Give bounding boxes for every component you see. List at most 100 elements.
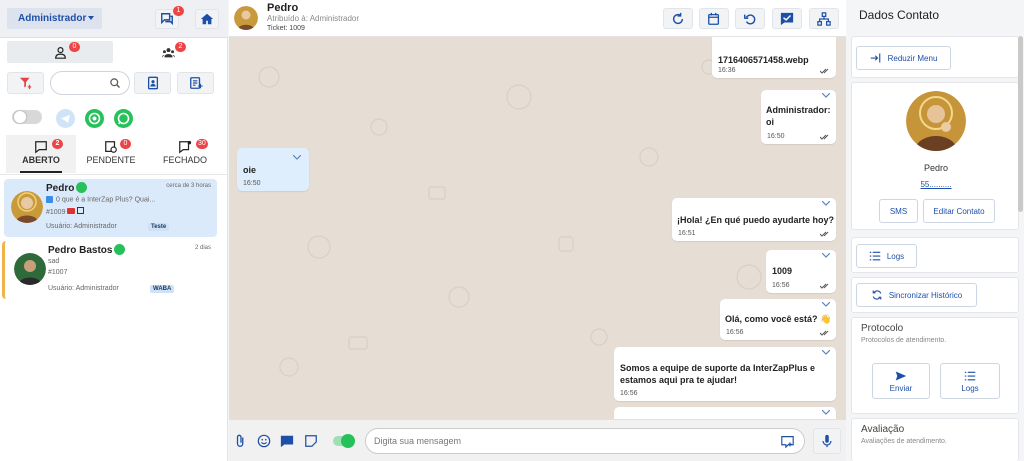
new-ticket-button[interactable] <box>177 72 214 94</box>
message-time: 16:51 <box>678 230 696 237</box>
sticker-button[interactable] <box>302 432 320 450</box>
microphone-button[interactable] <box>813 428 841 454</box>
return-button[interactable] <box>735 8 765 29</box>
edit-contact-label: Editar Contato <box>933 206 985 216</box>
contact-photo <box>906 91 966 151</box>
ticket-time: 2 dias <box>194 245 211 251</box>
search-input[interactable] <box>50 71 130 95</box>
channel-filter-button[interactable] <box>85 109 104 128</box>
avatar <box>11 191 43 223</box>
target-icon <box>88 112 101 125</box>
sync-history-button[interactable]: Sincronizar Histórico <box>856 283 977 307</box>
contact-phone[interactable]: 55.......... <box>852 180 1020 189</box>
message-bubble[interactable]: oie 16:50 <box>237 148 309 191</box>
chevron-down-icon <box>822 253 830 258</box>
attach-button[interactable] <box>232 432 250 450</box>
contact-name: Pedro <box>267 2 299 14</box>
ticket-user: Usuário: Administrador <box>46 223 117 230</box>
scrollbar[interactable] <box>1018 36 1023 212</box>
contact-details-panel: Dados Contato Reduzir Menu Pedro 55.....… <box>847 0 1024 461</box>
quick-reply-button[interactable] <box>278 432 296 450</box>
message-time: 16:56 <box>620 390 638 397</box>
ticket-user: Usuário: Administrador <box>48 285 119 292</box>
ticket-item[interactable]: Pedro Bastos 2 dias sad #1007 Usuário: A… <box>2 241 217 299</box>
pending-icon <box>105 141 117 153</box>
protocol-title: Protocolo <box>861 323 904 334</box>
telegram-filter-button[interactable] <box>56 109 75 128</box>
refresh-button[interactable] <box>663 8 693 29</box>
user-icon <box>54 46 66 59</box>
message-text: 1716406571458.webp <box>718 55 809 65</box>
schedule-button[interactable] <box>699 8 729 29</box>
contact-book-button[interactable] <box>134 72 171 94</box>
note-icon <box>77 207 85 214</box>
message-bubble[interactable]: ¡Hola! ¿En qué puedo ayudarte hoy? 16:51 <box>672 198 836 241</box>
sync-card: Sincronizar Histórico <box>851 277 1019 313</box>
double-check-icon <box>820 283 829 289</box>
resolve-button[interactable] <box>772 8 802 29</box>
logs-button[interactable]: Logs <box>856 244 917 268</box>
logs-card: Logs <box>851 237 1019 273</box>
filter-button[interactable] <box>7 72 44 94</box>
contact-avatar[interactable] <box>234 6 258 30</box>
template-icon[interactable] <box>781 435 794 448</box>
message-text: oie <box>243 165 257 175</box>
list-icon <box>964 371 976 380</box>
avatar <box>14 253 46 285</box>
chevron-down-icon <box>822 350 830 355</box>
ticket-item[interactable]: Pedro cerca de 3 horas 0 que é a InterZa… <box>4 179 217 237</box>
tab-label: PENDENTE <box>86 155 136 165</box>
tab-fechado[interactable]: FECHADO 30 <box>150 135 220 173</box>
messages-button[interactable]: 1 <box>155 6 184 29</box>
emoji-button[interactable] <box>255 432 273 450</box>
message-composer: Digita sua mensagem <box>229 419 846 461</box>
message-bubble[interactable]: 1716406571458.webp 16:36 <box>712 37 836 78</box>
signature-toggle[interactable] <box>333 434 355 448</box>
ticket-number: #1007 <box>48 269 68 276</box>
home-button[interactable] <box>195 9 219 29</box>
refresh-icon <box>672 12 684 24</box>
search-icon <box>110 78 120 88</box>
message-bubble[interactable]: Somos a equipe de suporte da InterZapPlu… <box>614 347 836 401</box>
user-select[interactable]: Administrador <box>7 8 102 29</box>
sms-button[interactable]: SMS <box>879 199 918 223</box>
toggle-knob <box>341 434 355 448</box>
sync-icon <box>872 290 882 300</box>
message-bubble[interactable] <box>614 407 836 419</box>
message-time: 16:56 <box>726 329 744 336</box>
tag-icon <box>67 208 76 214</box>
message-bubble[interactable]: 1009 16:56 <box>766 250 836 293</box>
tab-group-tickets[interactable]: 2 <box>115 41 221 63</box>
transfer-icon <box>817 11 831 26</box>
transfer-button[interactable] <box>809 8 839 29</box>
collapse-menu-button[interactable]: Reduzir Menu <box>856 46 951 70</box>
check-message-icon <box>780 12 794 25</box>
tab-label: FECHADO <box>162 155 207 165</box>
filter-icon <box>19 77 31 90</box>
message-text: Somos a equipe de suporte da InterZapPlu… <box>620 363 816 385</box>
message-text: 1009 <box>772 266 793 276</box>
tab-label: ABERTO <box>22 155 60 165</box>
tab-my-tickets[interactable]: 0 <box>7 41 113 63</box>
whatsapp-filter-button[interactable] <box>114 109 133 128</box>
queue-tag: WABA <box>150 285 175 293</box>
message-time: 16:36 <box>718 67 736 74</box>
chevron-down-icon <box>822 410 830 415</box>
message-bubble[interactable]: Administrador: oi 16:50 <box>761 90 836 144</box>
message-input[interactable]: Digita sua mensagem <box>365 428 805 454</box>
queue-tag: Teste <box>148 223 170 231</box>
show-all-toggle[interactable] <box>12 110 42 124</box>
tab-pendente[interactable]: PENDENTE 0 <box>76 135 146 173</box>
tab-aberto[interactable]: ABERTO 2 <box>6 135 76 173</box>
emoji-icon <box>257 434 271 448</box>
message-bubble[interactable]: Olá, como você está? 👋 16:56 <box>720 299 836 340</box>
message-time: 16:56 <box>772 282 790 289</box>
double-check-icon <box>820 68 829 74</box>
messages-list: 1716406571458.webp 16:36 Administrador: … <box>229 37 846 419</box>
closed-icon <box>179 140 192 154</box>
send-protocol-button[interactable]: Enviar <box>872 363 930 399</box>
message-text: Olá, como você está? 👋 <box>725 314 832 324</box>
protocol-logs-button[interactable]: Logs <box>940 363 1000 399</box>
paperclip-icon <box>236 434 244 447</box>
edit-contact-button[interactable]: Editar Contato <box>923 199 995 223</box>
